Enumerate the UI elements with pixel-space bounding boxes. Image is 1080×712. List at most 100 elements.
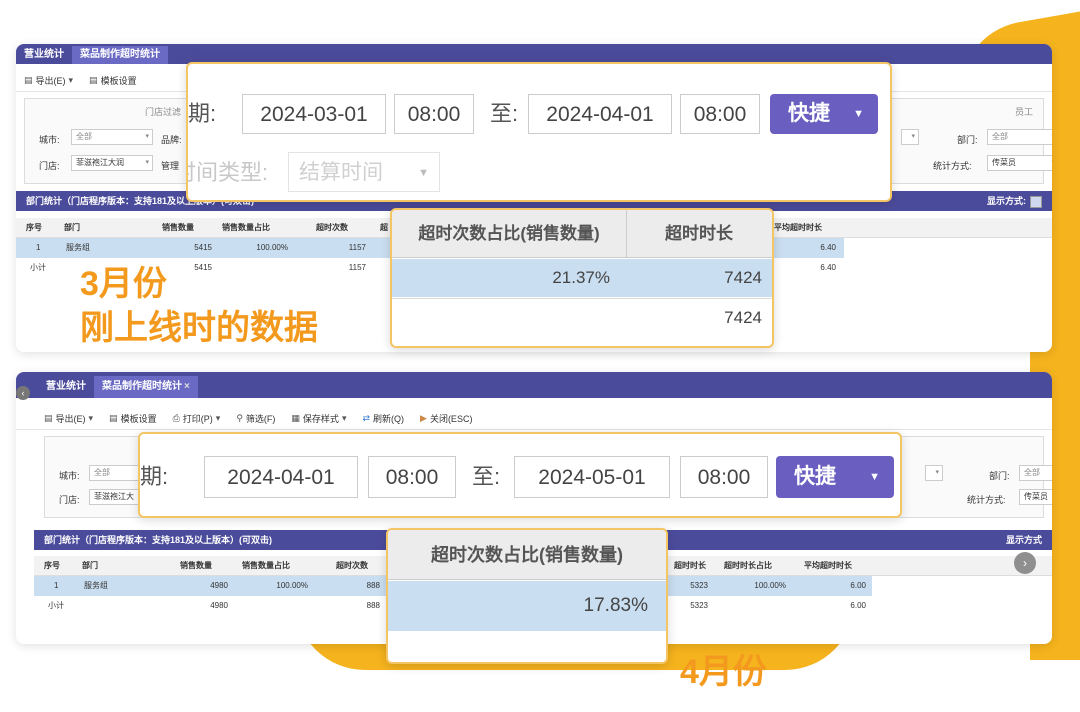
chevron-down-icon: ▾ (1051, 130, 1052, 144)
manage-label: 管理 (161, 161, 180, 171)
template-settings-button[interactable]: ▤ 模板设置 (89, 74, 137, 87)
store-select[interactable]: 菲滋袍江大 (89, 489, 139, 505)
to-label: 至: (472, 464, 501, 489)
close-icon[interactable]: × (184, 381, 190, 392)
cell-sales-qty: 5415 (194, 243, 212, 252)
cell-timeout-duration: 5323 (690, 601, 708, 610)
close-button[interactable]: ▶ 关闭(ESC) (420, 412, 472, 425)
col-header: 超 (380, 223, 388, 232)
store-filter-title: 门店过滤 (145, 107, 182, 117)
start-date-input[interactable]: 2024-03-01 (242, 94, 386, 134)
city-select[interactable]: 全部 ▾ (71, 129, 153, 145)
date-label-text: 日期: (188, 101, 217, 126)
tab-business-stats[interactable]: 营业统计 (38, 376, 94, 398)
tab-business-stats[interactable]: 营业统计 (16, 46, 72, 64)
close-label: 关闭(ESC) (429, 414, 473, 424)
back-arrow-icon[interactable]: ‹ (16, 386, 30, 400)
cell-sales-ratio: 100.00% (256, 243, 288, 252)
section-title: 部门统计（门店程序版本：支持181及以上版本）(可双击) (44, 535, 273, 545)
col-header: 平均超时时长 (774, 223, 822, 232)
city-select[interactable]: 全部 (89, 465, 139, 481)
chevron-down-icon: ▾ (1051, 156, 1052, 170)
template-settings-button[interactable]: ▤ 模板设置 (109, 412, 157, 425)
time-type-select[interactable]: 结算时间 ▼ (288, 152, 440, 192)
dept-value: 全部 (1024, 468, 1040, 477)
timeout-ratio-value: 21.37% (552, 268, 610, 287)
callout-header: 超时次数占比(销售数量) 超时时长 (392, 210, 772, 258)
start-date-input[interactable]: 2024-04-01 (204, 456, 358, 498)
col-header: 超时时长占比 (724, 561, 772, 570)
tab-dish-timeout-stats[interactable]: 菜品制作超时统计 (72, 46, 168, 64)
printer-icon: ⎙ (172, 413, 180, 423)
stat-method-select[interactable]: 传菜员 ▾ (987, 155, 1052, 171)
end-date-input[interactable]: 2024-05-01 (514, 456, 670, 498)
dept-label: 部门: (989, 471, 1010, 481)
partial-select[interactable]: ▾ (925, 465, 943, 481)
start-time-input[interactable]: 08:00 (394, 94, 474, 134)
city-label: 城市: (39, 135, 60, 145)
chevron-down-icon: ▾ (935, 469, 939, 476)
display-mode-label: 显示方式: (987, 196, 1026, 206)
dept-label: 部门: (957, 135, 978, 145)
filter-button[interactable]: ⚲ 筛选(F) (236, 412, 275, 425)
timeout-ratio-value: 17.83% (583, 595, 648, 616)
cell-sales-qty: 5415 (194, 263, 212, 272)
chevron-down-icon: ▼ (869, 471, 880, 483)
export-label: 导出(E) (55, 414, 86, 424)
end-time-input[interactable]: 08:00 (680, 456, 768, 498)
cell-avg-timeout: 6.40 (820, 263, 836, 272)
april-timeout-callout: 超时次数占比(销售数量) 17.83% (386, 528, 668, 664)
cell-timeout-count: 888 (366, 601, 380, 610)
staff-filter-title: 员工 (1015, 107, 1034, 117)
export-button[interactable]: ▤ 导出(E) ▾ (44, 412, 93, 425)
col-header: 超时时长 (674, 561, 706, 570)
refresh-button[interactable]: ⇄ 刷新(Q) (362, 412, 404, 425)
dept-select[interactable]: 全部 (1019, 465, 1052, 481)
cell-dept: 服务组 (84, 581, 108, 590)
chevron-down-icon: ▾ (145, 159, 149, 166)
partial-select[interactable]: ▾ (901, 129, 919, 145)
dept-value: 全部 (992, 132, 1008, 141)
scroll-right-icon[interactable]: › (1014, 552, 1036, 574)
cell-timeout-count: 1157 (348, 243, 366, 252)
end-time-input[interactable]: 08:00 (680, 94, 760, 134)
print-button[interactable]: ⎙ 打印(P) ▾ (173, 412, 221, 425)
col-header: 销售数量占比 (242, 561, 290, 570)
tab-bar: 营业统计 菜品制作超时统计 (16, 44, 1052, 64)
grid-view-icon (1030, 195, 1042, 208)
save-style-button[interactable]: ▦ 保存样式 ▾ (291, 412, 346, 425)
col-header: 超时次数 (316, 223, 348, 232)
close-door-icon: ▶ (420, 413, 427, 423)
stat-method-select[interactable]: 传菜员 (1019, 489, 1052, 505)
april-date-range-callout: 日期: 2024-04-01 08:00 至: 2024-05-01 08:00… (138, 432, 902, 518)
store-label: 门店: (39, 161, 60, 171)
store-label: 门店: (59, 495, 80, 505)
cell-timeout-count: 888 (366, 581, 380, 590)
cell-avg-timeout: 6.00 (850, 601, 866, 610)
cell-sales-ratio: 100.00% (276, 581, 308, 590)
store-select[interactable]: 菲滋袍江大润 ▾ (71, 155, 153, 171)
chevron-down-icon: ▾ (911, 133, 915, 140)
template-label: 模板设置 (120, 414, 157, 424)
to-label: 至: (490, 101, 519, 126)
brand-label: 品牌: (161, 135, 182, 145)
display-mode-label[interactable]: 显示方式 (1006, 530, 1042, 550)
display-mode[interactable]: 显示方式: (987, 191, 1042, 211)
timeout-ratio-header: 超时次数占比(销售数量) (431, 545, 623, 565)
start-time-input[interactable]: 08:00 (368, 456, 456, 498)
store-value: 菲滋袍江大润 (76, 158, 124, 167)
tab-dish-timeout-stats[interactable]: 菜品制作超时统计 × (94, 376, 198, 398)
export-button[interactable]: ▤ 导出(E) ▾ (24, 74, 73, 87)
quick-select-button[interactable]: 快捷 ▼ (770, 94, 878, 134)
quick-select-label: 快捷 (794, 465, 836, 488)
end-date-input[interactable]: 2024-04-01 (528, 94, 672, 134)
quick-select-button[interactable]: 快捷 ▼ (776, 456, 894, 498)
city-value: 全部 (94, 468, 110, 477)
timeout-duration-value: 7424 (724, 308, 762, 327)
template-icon: ▤ (109, 413, 118, 423)
export-icon: ▤ (24, 75, 33, 85)
dept-select[interactable]: 全部 ▾ (987, 129, 1052, 145)
col-header: 超时次数 (336, 561, 368, 570)
save-style-icon: ▦ (291, 413, 300, 423)
timeout-ratio-header: 超时次数占比(销售数量) (418, 224, 600, 243)
